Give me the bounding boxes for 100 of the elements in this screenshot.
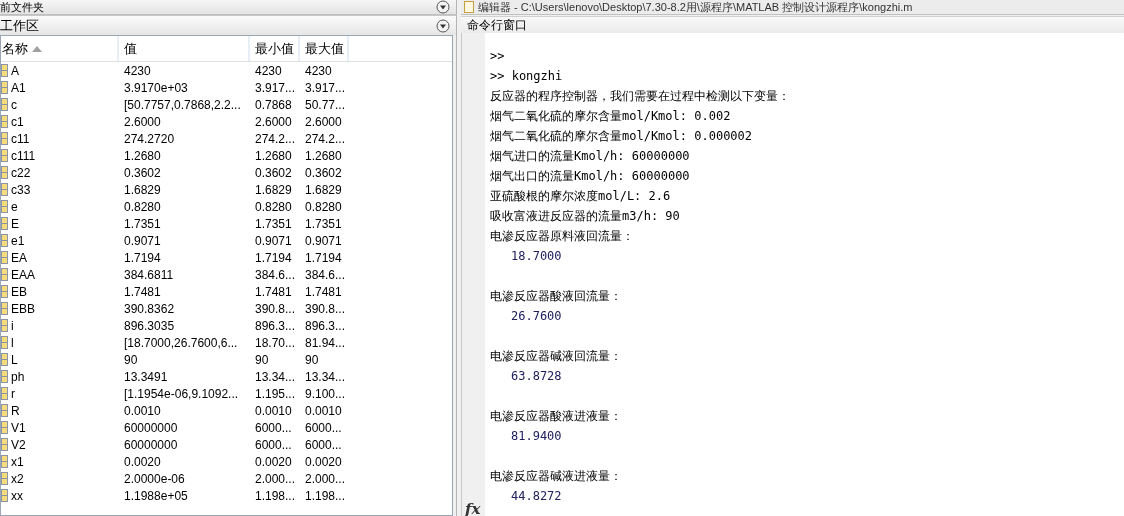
table-cell-text: 2.6000 [124, 113, 161, 131]
table-cell-text: 2.6000 [255, 113, 292, 131]
table-cell-text: 0.0010 [305, 402, 342, 420]
table-cell-text: 0.3602 [305, 164, 342, 182]
table-cell-text: 1.7481 [124, 283, 161, 301]
output-text: 烟气二氧化硫的摩尔含量mol/Kmol: 0.002 [490, 108, 731, 125]
output-value: 18.7000 [511, 248, 562, 265]
table-cell-text: A1 [11, 79, 26, 97]
table-cell-text: ph [11, 368, 25, 386]
dropdown-icon[interactable] [436, 18, 450, 33]
table-cell-text: 1.6829 [255, 181, 292, 199]
table-cell-text: [50.7757,0.7868,2.2... [124, 96, 241, 114]
output-text: 电渗反应器碱液进液量： [490, 468, 622, 485]
table-cell-text: EB [11, 283, 27, 301]
table-cell-text: c1 [11, 113, 24, 131]
table-cell-text: 90 [124, 351, 138, 369]
output-value: 26.7600 [511, 308, 562, 325]
table-cell-text: 60000000 [124, 419, 178, 437]
table-cell-text: l [11, 334, 14, 352]
column-header[interactable]: 最大值 [300, 36, 349, 61]
table-cell-text: 0.9071 [124, 232, 161, 250]
table-cell-text: 0.3602 [255, 164, 292, 182]
output-text: 电渗反应器碱液回流量： [490, 348, 622, 365]
table-cell-text: 1.1988e+05 [124, 487, 188, 505]
table-cell-text: 2.000... [255, 470, 296, 488]
table-cell-text: 60000000 [124, 436, 178, 454]
output-value: 81.9400 [511, 428, 562, 445]
table-cell-text: c111 [11, 147, 36, 165]
table-cell-text: 6000... [255, 436, 292, 454]
column-header[interactable]: 最小值 [250, 36, 300, 61]
variable-icon [1, 421, 8, 434]
variable-icon [1, 183, 8, 196]
table-cell-text: 1.7351 [124, 215, 161, 233]
table-cell-text: EA [11, 249, 27, 267]
variable-icon [1, 336, 8, 349]
panel-title: 工作区 [0, 16, 39, 35]
table-cell-text: 274.2720 [124, 130, 175, 148]
table-cell-text: 2.0000e-06 [124, 470, 185, 488]
table-cell-text: c33 [11, 181, 31, 199]
output-text: 电渗反应器原料液回流量： [490, 228, 634, 245]
table-cell-text: 1.2680 [255, 147, 292, 165]
variable-icon [1, 234, 8, 247]
table-cell-text: e1 [11, 232, 25, 250]
table-cell-text: 896.3035 [124, 317, 175, 335]
table-cell-text: 896.3... [305, 317, 346, 335]
table-cell-text: V2 [11, 436, 26, 454]
table-cell-text: 50.77... [305, 96, 346, 114]
table-cell-text: A [11, 62, 19, 80]
table-cell-text: 6000... [305, 419, 342, 437]
table-cell-text: xx [11, 487, 23, 505]
table-cell-text: 2.6000 [305, 113, 342, 131]
variable-icon [1, 217, 8, 230]
table-cell-text: 0.7868 [255, 96, 292, 114]
table-cell-text: 13.34... [305, 368, 346, 386]
table-cell-text: x1 [11, 453, 24, 471]
table-cell-text: 6000... [255, 419, 292, 437]
panel-title: 前文件夹 [0, 0, 44, 14]
variable-icon [1, 64, 8, 77]
variable-icon [1, 200, 8, 213]
table-cell-text: 4230 [255, 62, 282, 80]
output-value: 44.8272 [511, 488, 562, 505]
column-header[interactable]: 名称 [1, 36, 119, 61]
table-cell-text: 6000... [305, 436, 342, 454]
table-cell-text: x2 [11, 470, 24, 488]
table-cell-text: 1.7481 [305, 283, 342, 301]
variable-icon [1, 438, 8, 451]
table-cell-text: 3.917... [305, 79, 346, 97]
table-cell-text: 1.7194 [255, 249, 292, 267]
function-browser-button[interactable]: fx [465, 497, 481, 516]
variable-icon [1, 115, 8, 128]
table-cell-text: e [11, 198, 18, 216]
table-cell-text: 274.2... [255, 130, 296, 148]
table-cell-text: 384.6... [305, 266, 346, 284]
table-cell-text: 390.8... [255, 300, 296, 318]
table-cell-text: 274.2... [305, 130, 346, 148]
table-cell-text: 390.8... [305, 300, 346, 318]
table-cell-text: i [11, 317, 14, 335]
variable-icon [1, 489, 8, 502]
output-text: 烟气进口的流量Kmol/h: 60000000 [490, 148, 690, 165]
table-cell-text: 1.198... [305, 487, 346, 505]
table-cell-text: 1.195... [255, 385, 296, 403]
table-cell-text: V1 [11, 419, 26, 437]
column-header[interactable]: 值 [119, 36, 250, 61]
table-cell-text: 896.3... [255, 317, 296, 335]
table-cell-text: r [11, 385, 15, 403]
table-cell-text: 1.198... [255, 487, 296, 505]
table-cell-text: 0.0020 [305, 453, 342, 471]
dropdown-icon[interactable] [436, 0, 450, 14]
variable-icon [1, 98, 8, 111]
variable-icon [1, 81, 8, 94]
table-cell-text: 4230 [124, 62, 151, 80]
table-cell-text: E [11, 215, 19, 233]
table-cell-text: [18.7000,26.7600,6... [124, 334, 238, 352]
table-cell-text: c11 [11, 130, 30, 148]
table-cell-text: 384.6... [255, 266, 296, 284]
output-text: 电渗反应器酸液回流量： [490, 288, 622, 305]
table-cell-text: 3.917... [255, 79, 296, 97]
table-cell-text: 13.34... [255, 368, 296, 386]
table-cell-text: 0.8280 [124, 198, 161, 216]
variable-icon [1, 353, 8, 366]
